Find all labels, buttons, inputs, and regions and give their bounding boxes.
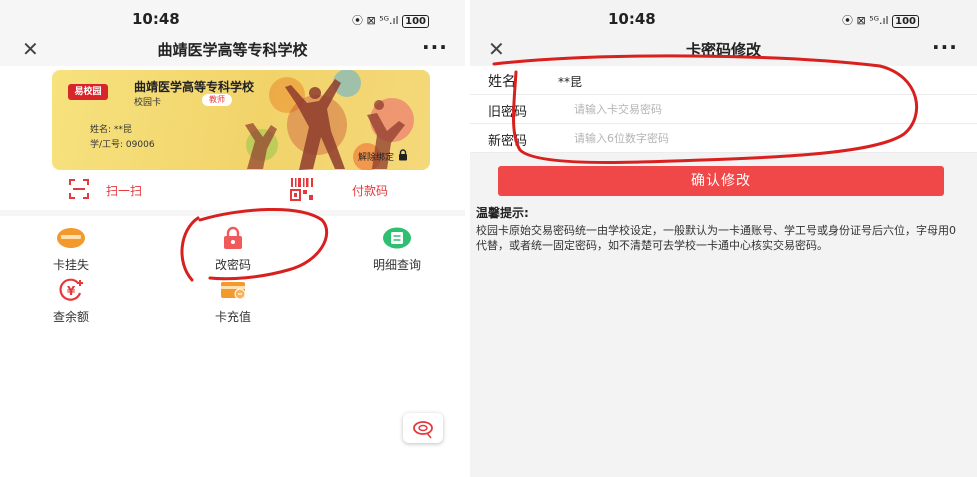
campus-card[interactable]: 易校园 曲靖医学高等专科学校 校园卡 教师 姓名: **昆 学/工号: 0900… xyxy=(52,70,430,170)
signal-icons: ⦿ ⊠ ⁵ᴳ.ıl xyxy=(842,14,889,27)
lock-icon xyxy=(224,226,242,249)
card-loss-icon xyxy=(57,228,85,248)
old-password-input[interactable] xyxy=(574,98,874,120)
name-value: **昆 xyxy=(558,75,583,89)
balance-icon: ¥ xyxy=(59,278,83,301)
nav-bar: ✕ 卡密码修改 ··· xyxy=(470,34,977,66)
old-password-label: 旧密码 xyxy=(488,105,528,120)
tips-body: 校园卡原始交易密码统一由学校设定，一般默认为一卡通账号、学工号或身份证号后六位，… xyxy=(476,224,956,252)
detail-query-button[interactable]: 明细查询 xyxy=(362,218,432,274)
signal-icons: ⦿ ⊠ ⁵ᴳ.ıl xyxy=(352,14,399,27)
new-password-row: 新密码 xyxy=(470,124,977,153)
tips-title: 温馨提示: xyxy=(476,206,529,220)
new-password-label: 新密码 xyxy=(488,134,528,149)
battery-icon: 100 xyxy=(892,15,919,28)
pay-code-button[interactable]: 付款码 xyxy=(290,174,420,204)
svg-text:¥: ¥ xyxy=(67,284,76,298)
lock-icon xyxy=(399,149,407,161)
tips-section: 温馨提示: 校园卡原始交易密码统一由学校设定，一般默认为一卡通账号、学工号或身份… xyxy=(476,204,966,253)
status-time: 10:48 xyxy=(132,10,180,28)
recharge-label: 卡充值 xyxy=(214,310,251,324)
old-password-row: 旧密码 xyxy=(470,95,977,124)
name-row: 姓名 **昆 xyxy=(470,66,977,95)
left-screen: 10:48 ⦿ ⊠ ⁵ᴳ.ıl 100 ✕ 曲靖医学高等专科学校 ··· 易校园… xyxy=(0,0,465,477)
balance-button[interactable]: ¥ 查余额 xyxy=(36,270,106,326)
card-loss-button[interactable]: 卡挂失 xyxy=(36,218,106,274)
confirm-button[interactable]: 确认修改 xyxy=(498,166,944,196)
quick-actions: 扫一扫 付款码 xyxy=(0,174,465,204)
unbind-button[interactable]: 解除绑定 xyxy=(358,150,394,163)
change-password-button[interactable]: 改密码 xyxy=(198,218,268,274)
function-grid: 卡挂失 改密码 明细查询 ¥ 查余额 卡充值 xyxy=(0,216,465,477)
assistant-icon xyxy=(413,421,433,439)
name-label: 姓名 xyxy=(488,74,516,90)
scan-label: 扫一扫 xyxy=(106,184,143,198)
card-school-name: 曲靖医学高等专科学校 xyxy=(134,80,255,94)
card-section: 易校园 曲靖医学高等专科学校 校园卡 教师 姓名: **昆 学/工号: 0900… xyxy=(0,66,465,210)
nav-bar: ✕ 曲靖医学高等专科学校 ··· xyxy=(0,34,465,66)
detail-query-label: 明细查询 xyxy=(372,258,421,272)
right-screen: 10:48 ⦿ ⊠ ⁵ᴳ.ıl 100 ✕ 卡密码修改 ··· 姓名 **昆 旧… xyxy=(470,0,977,477)
battery-icon: 100 xyxy=(402,15,429,28)
status-icons: ⦿ ⊠ ⁵ᴳ.ıl 100 xyxy=(352,12,429,28)
detail-icon xyxy=(383,227,411,249)
card-holder-id: 学/工号: 09006 xyxy=(90,140,155,150)
card-type-label: 校园卡 xyxy=(134,98,162,108)
floating-assistant-button[interactable] xyxy=(403,413,443,443)
more-icon[interactable]: ··· xyxy=(422,35,448,59)
scan-icon xyxy=(69,179,89,199)
page-title: 卡密码修改 xyxy=(685,41,761,59)
scan-button[interactable]: 扫一扫 xyxy=(68,174,198,204)
recharge-button[interactable]: 卡充值 xyxy=(198,270,268,326)
barcode-icon xyxy=(290,178,313,201)
status-time: 10:48 xyxy=(608,10,656,28)
card-holder-name: 姓名: **昆 xyxy=(90,125,132,135)
brand-logo: 易校园 xyxy=(68,84,108,100)
pay-code-label: 付款码 xyxy=(352,184,389,198)
password-form: 姓名 **昆 旧密码 新密码 xyxy=(470,66,977,153)
status-icons: ⦿ ⊠ ⁵ᴳ.ıl 100 xyxy=(842,12,919,28)
new-password-input[interactable] xyxy=(574,127,874,149)
more-icon[interactable]: ··· xyxy=(932,35,958,59)
balance-label: 查余额 xyxy=(52,310,89,324)
role-badge: 教师 xyxy=(202,94,232,106)
recharge-icon xyxy=(221,282,246,300)
page-title: 曲靖医学高等专科学校 xyxy=(157,41,308,59)
